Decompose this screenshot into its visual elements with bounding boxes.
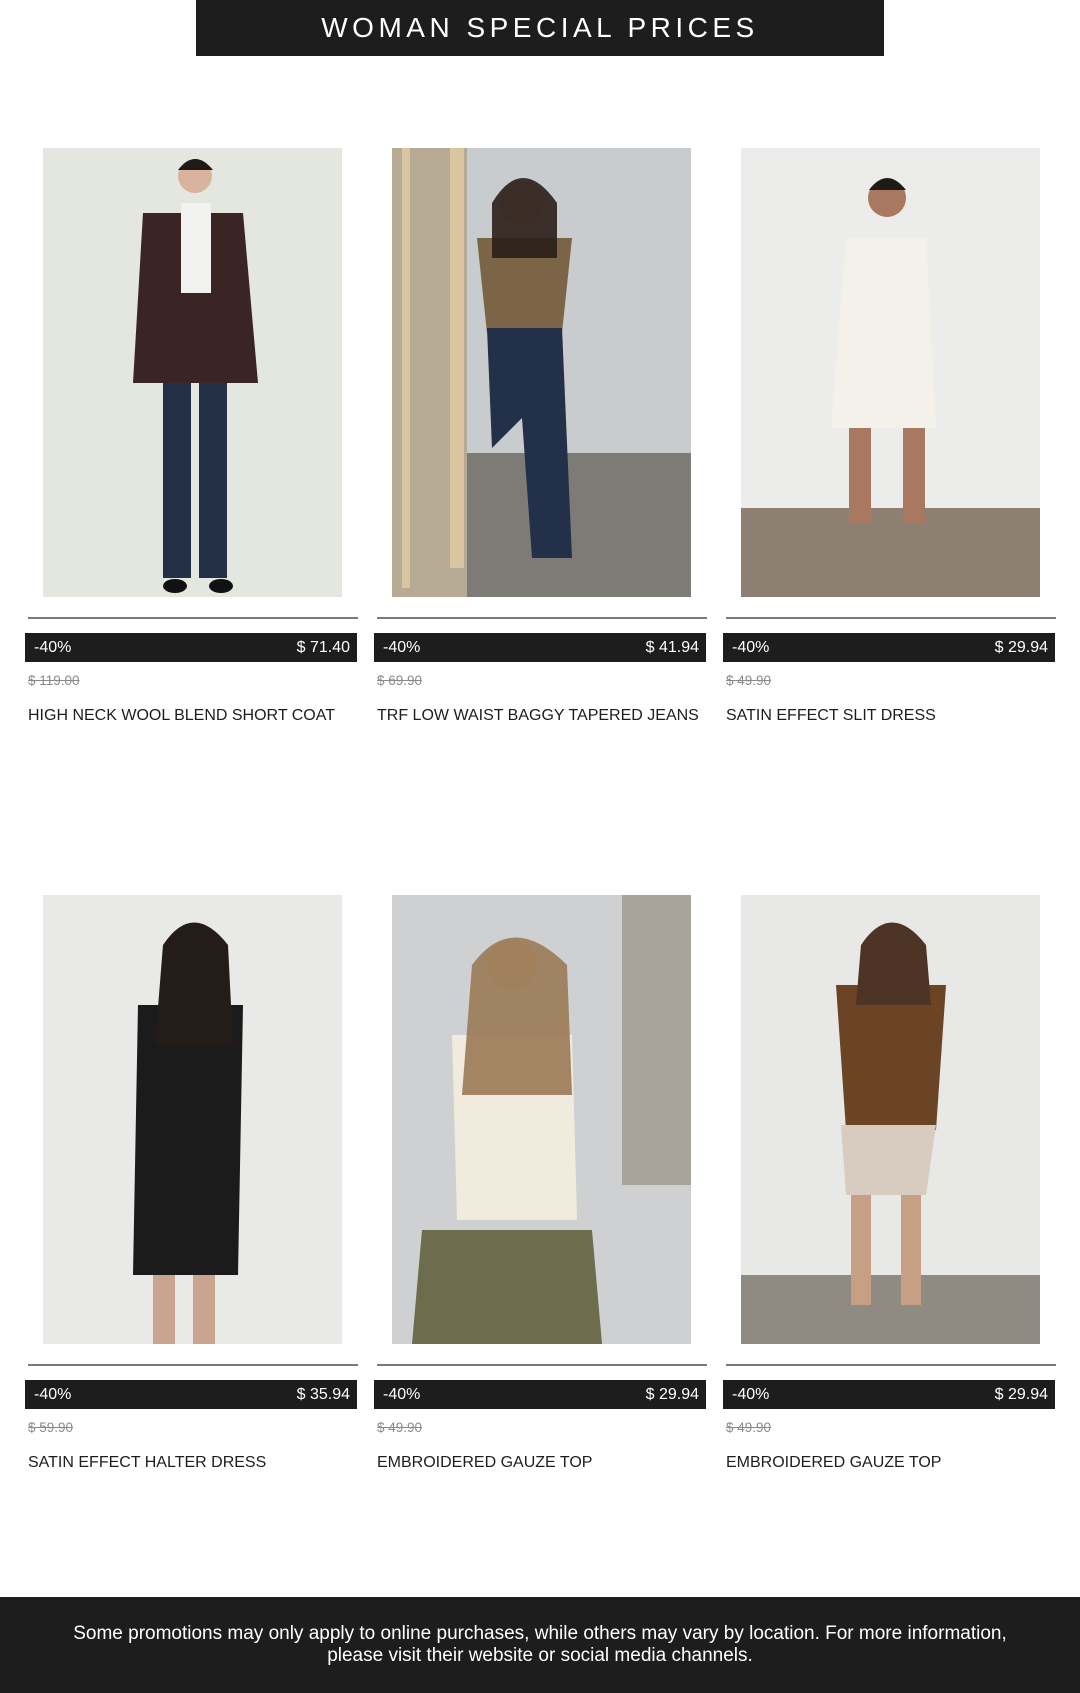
- discount-badge: -40%: [732, 638, 770, 656]
- product-image-gauze-top-white[interactable]: [392, 895, 691, 1344]
- product-card[interactable]: -40% $ 35.94 $ 59.90 SATIN EFFECT HALTER…: [25, 895, 358, 1485]
- product-card[interactable]: -40% $ 29.94 $ 49.90 SATIN EFFECT SLIT D…: [723, 148, 1056, 738]
- product-card[interactable]: -40% $ 29.94 $ 49.90 EMBROIDERED GAUZE T…: [723, 895, 1056, 1485]
- sale-price: $ 35.94: [296, 1385, 350, 1403]
- product-card[interactable]: -40% $ 41.94 $ 69.90 TRF LOW WAIST BAGGY…: [374, 148, 707, 738]
- page-title-banner: WOMAN SPECIAL PRICES: [196, 0, 884, 56]
- divider: [377, 1364, 707, 1366]
- product-card[interactable]: -40% $ 29.94 $ 49.90 EMBROIDERED GAUZE T…: [374, 895, 707, 1485]
- product-image-slit-dress[interactable]: [741, 148, 1040, 597]
- divider: [726, 617, 1056, 619]
- discount-badge: -40%: [383, 638, 421, 656]
- product-name[interactable]: TRF LOW WAIST BAGGY TAPERED JEANS: [377, 707, 699, 725]
- footer-disclaimer: Some promotions may only apply to online…: [73, 1623, 1007, 1666]
- product-image-jeans[interactable]: [392, 148, 691, 597]
- discount-badge: -40%: [34, 638, 72, 656]
- original-price: $ 119.00: [28, 673, 80, 688]
- discount-badge: -40%: [732, 1385, 770, 1403]
- footer: Some promotions may only apply to online…: [0, 1597, 1080, 1693]
- product-card[interactable]: -40% $ 71.40 $ 119.00 HIGH NECK WOOL BLE…: [25, 148, 358, 738]
- price-bar: -40% $ 35.94: [25, 1380, 357, 1409]
- product-name[interactable]: EMBROIDERED GAUZE TOP: [377, 1454, 592, 1472]
- price-bar: -40% $ 41.94: [374, 633, 706, 662]
- sale-price: $ 29.94: [994, 638, 1048, 656]
- product-image-halter-dress[interactable]: [43, 895, 342, 1344]
- divider: [726, 1364, 1056, 1366]
- divider: [28, 1364, 358, 1366]
- price-bar: -40% $ 29.94: [723, 633, 1055, 662]
- original-price: $ 49.90: [726, 1420, 772, 1435]
- price-bar: -40% $ 29.94: [723, 1380, 1055, 1409]
- sale-price: $ 41.94: [645, 638, 699, 656]
- price-bar: -40% $ 71.40: [25, 633, 357, 662]
- original-price: $ 49.90: [726, 673, 772, 688]
- product-name[interactable]: HIGH NECK WOOL BLEND SHORT COAT: [28, 707, 335, 725]
- divider: [28, 617, 358, 619]
- discount-badge: -40%: [383, 1385, 421, 1403]
- sale-price: $ 29.94: [645, 1385, 699, 1403]
- original-price: $ 69.90: [377, 673, 423, 688]
- sale-price: $ 29.94: [994, 1385, 1048, 1403]
- product-image-gauze-top-brown[interactable]: [741, 895, 1040, 1344]
- page-title: WOMAN SPECIAL PRICES: [321, 12, 759, 43]
- divider: [377, 617, 707, 619]
- original-price: $ 59.90: [28, 1420, 74, 1435]
- price-bar: -40% $ 29.94: [374, 1380, 706, 1409]
- sale-price: $ 71.40: [296, 638, 350, 656]
- product-image-coat[interactable]: [43, 148, 342, 597]
- product-name[interactable]: SATIN EFFECT SLIT DRESS: [726, 707, 936, 725]
- product-name[interactable]: EMBROIDERED GAUZE TOP: [726, 1454, 941, 1472]
- original-price: $ 49.90: [377, 1420, 423, 1435]
- product-name[interactable]: SATIN EFFECT HALTER DRESS: [28, 1454, 266, 1472]
- discount-badge: -40%: [34, 1385, 72, 1403]
